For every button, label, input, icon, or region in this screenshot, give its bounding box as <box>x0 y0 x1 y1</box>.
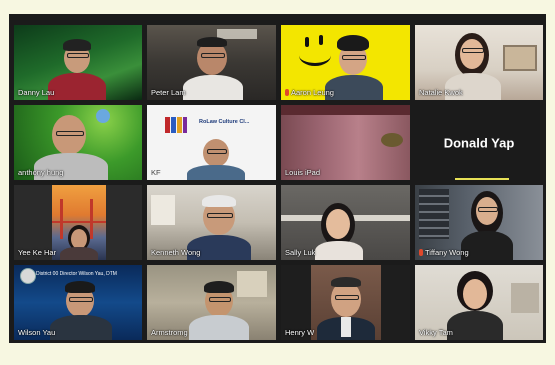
participant-name: Wilson Yau <box>18 328 56 337</box>
participant-name: Aaron Leung <box>285 88 334 97</box>
participant-name: KF <box>151 168 161 177</box>
video-tile-yee-ke-har[interactable]: Yee Ke Har <box>14 185 142 260</box>
muted-mic-icon <box>285 89 289 96</box>
participant-name: Tiffany Wong <box>419 248 469 257</box>
smiley-icon <box>295 31 337 71</box>
video-tile-kenneth-wong[interactable]: Kenneth Wong <box>147 185 276 260</box>
video-tile-louis-ipad[interactable]: Louis iPad <box>281 105 410 180</box>
participant-name: Yee Ke Har <box>18 248 57 257</box>
video-tile-vikky-tam[interactable]: Vikky Tam <box>415 265 543 340</box>
participant-name: Louis iPad <box>285 168 321 177</box>
participant-name: Kenneth Wong <box>151 248 201 257</box>
video-tile-sally-luk[interactable]: Sally Luk <box>281 185 410 260</box>
video-tile-anthony-hung[interactable]: anthony hung <box>14 105 142 180</box>
sign-text: RoLaw Culture Cl... <box>199 119 250 125</box>
club-logo <box>20 268 36 284</box>
video-tile-natalie-kwok[interactable]: Natalie Kwok <box>415 25 543 100</box>
virtual-background-banner: District 00 Director Wilson Yau, DTM <box>36 271 117 277</box>
video-tile-donald-yap[interactable]: Donald Yap <box>415 105 543 180</box>
participant-name: Danny Lau <box>18 88 55 97</box>
video-tile-henry-w[interactable]: Henry W <box>281 265 410 340</box>
participant-name: Sally Luk <box>285 248 316 257</box>
video-tile-kf[interactable]: RoLaw Culture Cl... KF <box>147 105 276 180</box>
muted-mic-icon <box>419 249 423 256</box>
participant-name: Natalie Kwok <box>419 88 463 97</box>
participant-name: Henry W <box>285 328 315 337</box>
video-tile-aaron-leung[interactable]: Aaron Leung <box>281 25 410 100</box>
participant-name-placeholder: Donald Yap <box>443 135 515 150</box>
video-tile-wilson-yau[interactable]: District 00 Director Wilson Yau, DTM Wil… <box>14 265 142 340</box>
video-grid: Danny Lau Peter Lam Aaron Leung Natalie … <box>9 14 546 343</box>
participant-name: Vikky Tam <box>419 328 453 337</box>
video-tile-tiffany-wong[interactable]: Tiffany Wong <box>415 185 543 260</box>
video-tile-armstromg[interactable]: Armstromg <box>147 265 276 340</box>
video-tile-peter-lam[interactable]: Peter Lam <box>147 25 276 100</box>
participant-name: Armstromg <box>151 328 188 337</box>
participant-name: anthony hung <box>18 168 64 177</box>
rotary-logo <box>165 117 187 133</box>
participant-name: Peter Lam <box>151 88 186 97</box>
audio-level-bar <box>455 178 509 180</box>
video-tile-danny-lau[interactable]: Danny Lau <box>14 25 142 100</box>
